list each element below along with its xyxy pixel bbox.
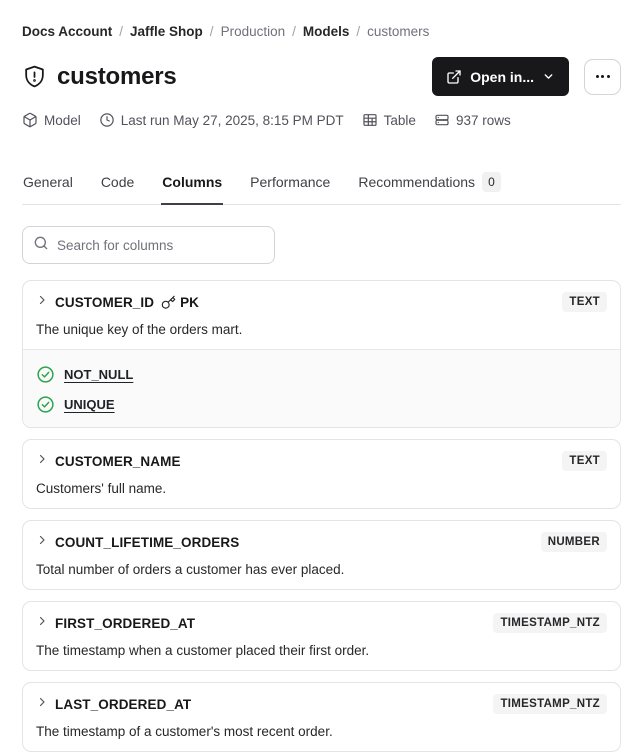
column-card-top: LAST_ORDERED_AT TIMESTAMP_NTZ The timestam… bbox=[23, 683, 620, 751]
meta-row: Model Last run May 27, 2025, 8:15 PM PDT T… bbox=[22, 112, 621, 128]
column-type-badge: TIMESTAMP_NTZ bbox=[493, 694, 607, 714]
tab-label: Performance bbox=[250, 174, 331, 190]
columns-list: CUSTOMER_ID PK TEXT The unique key of the o… bbox=[22, 280, 621, 752]
column-header[interactable]: FIRST_ORDERED_AT TIMESTAMP_NTZ bbox=[36, 613, 607, 633]
tab-performance[interactable]: Performance bbox=[249, 172, 331, 205]
column-card-top: CUSTOMER_NAME TEXT Customers' full name. bbox=[23, 440, 620, 508]
column-header[interactable]: CUSTOMER_NAME TEXT bbox=[36, 451, 607, 471]
column-description: Customers' full name. bbox=[36, 481, 167, 496]
breadcrumb-separator: / bbox=[119, 24, 124, 39]
column-name: COUNT_LIFETIME_ORDERS bbox=[55, 534, 240, 550]
header-row: customers Open in... bbox=[22, 57, 621, 96]
breadcrumb-item[interactable]: Models bbox=[303, 24, 350, 40]
chevron-right-icon[interactable] bbox=[36, 533, 48, 551]
tab-code[interactable]: Code bbox=[100, 172, 135, 205]
meta-item: Table bbox=[362, 112, 416, 128]
column-card-top: COUNT_LIFETIME_ORDERS NUMBER Total number … bbox=[23, 521, 620, 589]
meta-label: Table bbox=[383, 112, 416, 128]
chevron-right-icon[interactable] bbox=[36, 614, 48, 632]
column-header[interactable]: CUSTOMER_ID PK TEXT bbox=[36, 292, 607, 312]
column-card-top: CUSTOMER_ID PK TEXT The unique key of the o… bbox=[23, 281, 620, 349]
column-description: Total number of orders a customer has ev… bbox=[36, 562, 345, 577]
column-card: FIRST_ORDERED_AT TIMESTAMP_NTZ The timesta… bbox=[22, 601, 621, 671]
tab-label: Columns bbox=[162, 174, 223, 190]
breadcrumb-item[interactable]: Production bbox=[221, 24, 286, 40]
tab-count-badge: 0 bbox=[482, 172, 501, 192]
model-page: Docs Account / Jaffle Shop / Production / Mode… bbox=[0, 0, 643, 752]
check-circle-icon bbox=[36, 395, 55, 414]
column-description: The timestamp when a customer placed the… bbox=[36, 643, 370, 658]
breadcrumb-separator: / bbox=[209, 24, 214, 39]
test-row: NOT_NULL bbox=[36, 359, 607, 384]
primary-key-indicator: PK bbox=[161, 295, 199, 310]
rows-icon bbox=[434, 112, 450, 128]
column-tests: NOT_NULL UNIQUE bbox=[23, 349, 620, 427]
column-card: CUSTOMER_NAME TEXT Customers' full name. bbox=[22, 439, 621, 509]
ellipsis-icon bbox=[595, 75, 599, 78]
tabs: General Code Columns Performance Recommendat… bbox=[22, 172, 621, 205]
column-card-top: FIRST_ORDERED_AT TIMESTAMP_NTZ The timesta… bbox=[23, 602, 620, 670]
column-description: The timestamp of a customer's most recen… bbox=[36, 724, 333, 739]
meta-label: Model bbox=[44, 112, 81, 128]
meta-item: Model bbox=[22, 112, 81, 128]
column-name: CUSTOMER_NAME bbox=[55, 453, 181, 469]
tab-general[interactable]: General bbox=[22, 172, 74, 205]
chevron-right-icon[interactable] bbox=[36, 695, 48, 713]
column-type-badge: TEXT bbox=[562, 451, 607, 471]
tab-columns[interactable]: Columns bbox=[161, 172, 224, 205]
chevron-right-icon[interactable] bbox=[36, 293, 48, 311]
chevron-right-icon[interactable] bbox=[36, 452, 48, 470]
test-link[interactable]: NOT_NULL bbox=[64, 367, 133, 382]
cube-icon bbox=[22, 112, 38, 128]
column-card: LAST_ORDERED_AT TIMESTAMP_NTZ The timestam… bbox=[22, 682, 621, 752]
meta-label: Last run May 27, 2025, 8:15 PM PDT bbox=[120, 112, 344, 128]
check-circle-icon bbox=[36, 365, 55, 384]
column-description: The unique key of the orders mart. bbox=[36, 322, 243, 337]
title-wrap: customers bbox=[22, 63, 177, 91]
external-link-icon bbox=[446, 69, 462, 85]
breadcrumb-item[interactable]: Jaffle Shop bbox=[130, 24, 203, 40]
search-box bbox=[22, 226, 275, 264]
key-icon bbox=[161, 295, 176, 310]
open-in-button[interactable]: Open in... bbox=[432, 57, 569, 96]
more-button[interactable] bbox=[584, 58, 621, 95]
tab-recommendations[interactable]: Recommendations 0 bbox=[357, 172, 501, 205]
tab-label: Code bbox=[100, 174, 135, 190]
column-name: FIRST_ORDERED_AT bbox=[55, 615, 196, 631]
header-actions: Open in... bbox=[432, 57, 621, 96]
meta-item: Last run May 27, 2025, 8:15 PM PDT bbox=[99, 112, 344, 128]
search-icon bbox=[33, 235, 49, 256]
test-row: UNIQUE bbox=[36, 384, 607, 414]
breadcrumb-item[interactable]: Docs Account bbox=[22, 24, 112, 40]
table-icon bbox=[362, 112, 378, 128]
clock-icon bbox=[99, 112, 115, 128]
breadcrumb-item[interactable]: customers bbox=[367, 24, 429, 40]
breadcrumb-separator: / bbox=[356, 24, 361, 39]
column-card: COUNT_LIFETIME_ORDERS NUMBER Total number … bbox=[22, 520, 621, 590]
meta-label: 937 rows bbox=[455, 112, 511, 128]
breadcrumb: Docs Account / Jaffle Shop / Production / Mode… bbox=[22, 24, 621, 40]
column-name: LAST_ORDERED_AT bbox=[55, 696, 192, 712]
chevron-down-icon bbox=[542, 70, 555, 83]
test-link[interactable]: UNIQUE bbox=[64, 397, 115, 412]
column-card: CUSTOMER_ID PK TEXT The unique key of the o… bbox=[22, 280, 621, 428]
column-name: CUSTOMER_ID bbox=[55, 294, 155, 310]
pk-label: PK bbox=[180, 294, 199, 310]
search-input[interactable] bbox=[57, 237, 264, 253]
page-title: customers bbox=[57, 62, 177, 90]
column-header[interactable]: COUNT_LIFETIME_ORDERS NUMBER bbox=[36, 532, 607, 552]
column-type-badge: TEXT bbox=[562, 292, 607, 312]
open-in-label: Open in... bbox=[470, 68, 534, 85]
meta-item: 937 rows bbox=[434, 112, 511, 128]
column-header[interactable]: LAST_ORDERED_AT TIMESTAMP_NTZ bbox=[36, 694, 607, 714]
column-type-badge: TIMESTAMP_NTZ bbox=[493, 613, 607, 633]
tab-label: Recommendations bbox=[358, 174, 476, 190]
tab-label: General bbox=[23, 174, 73, 190]
column-type-badge: NUMBER bbox=[540, 532, 607, 552]
shield-alert-icon bbox=[22, 64, 47, 89]
breadcrumb-separator: / bbox=[292, 24, 296, 39]
